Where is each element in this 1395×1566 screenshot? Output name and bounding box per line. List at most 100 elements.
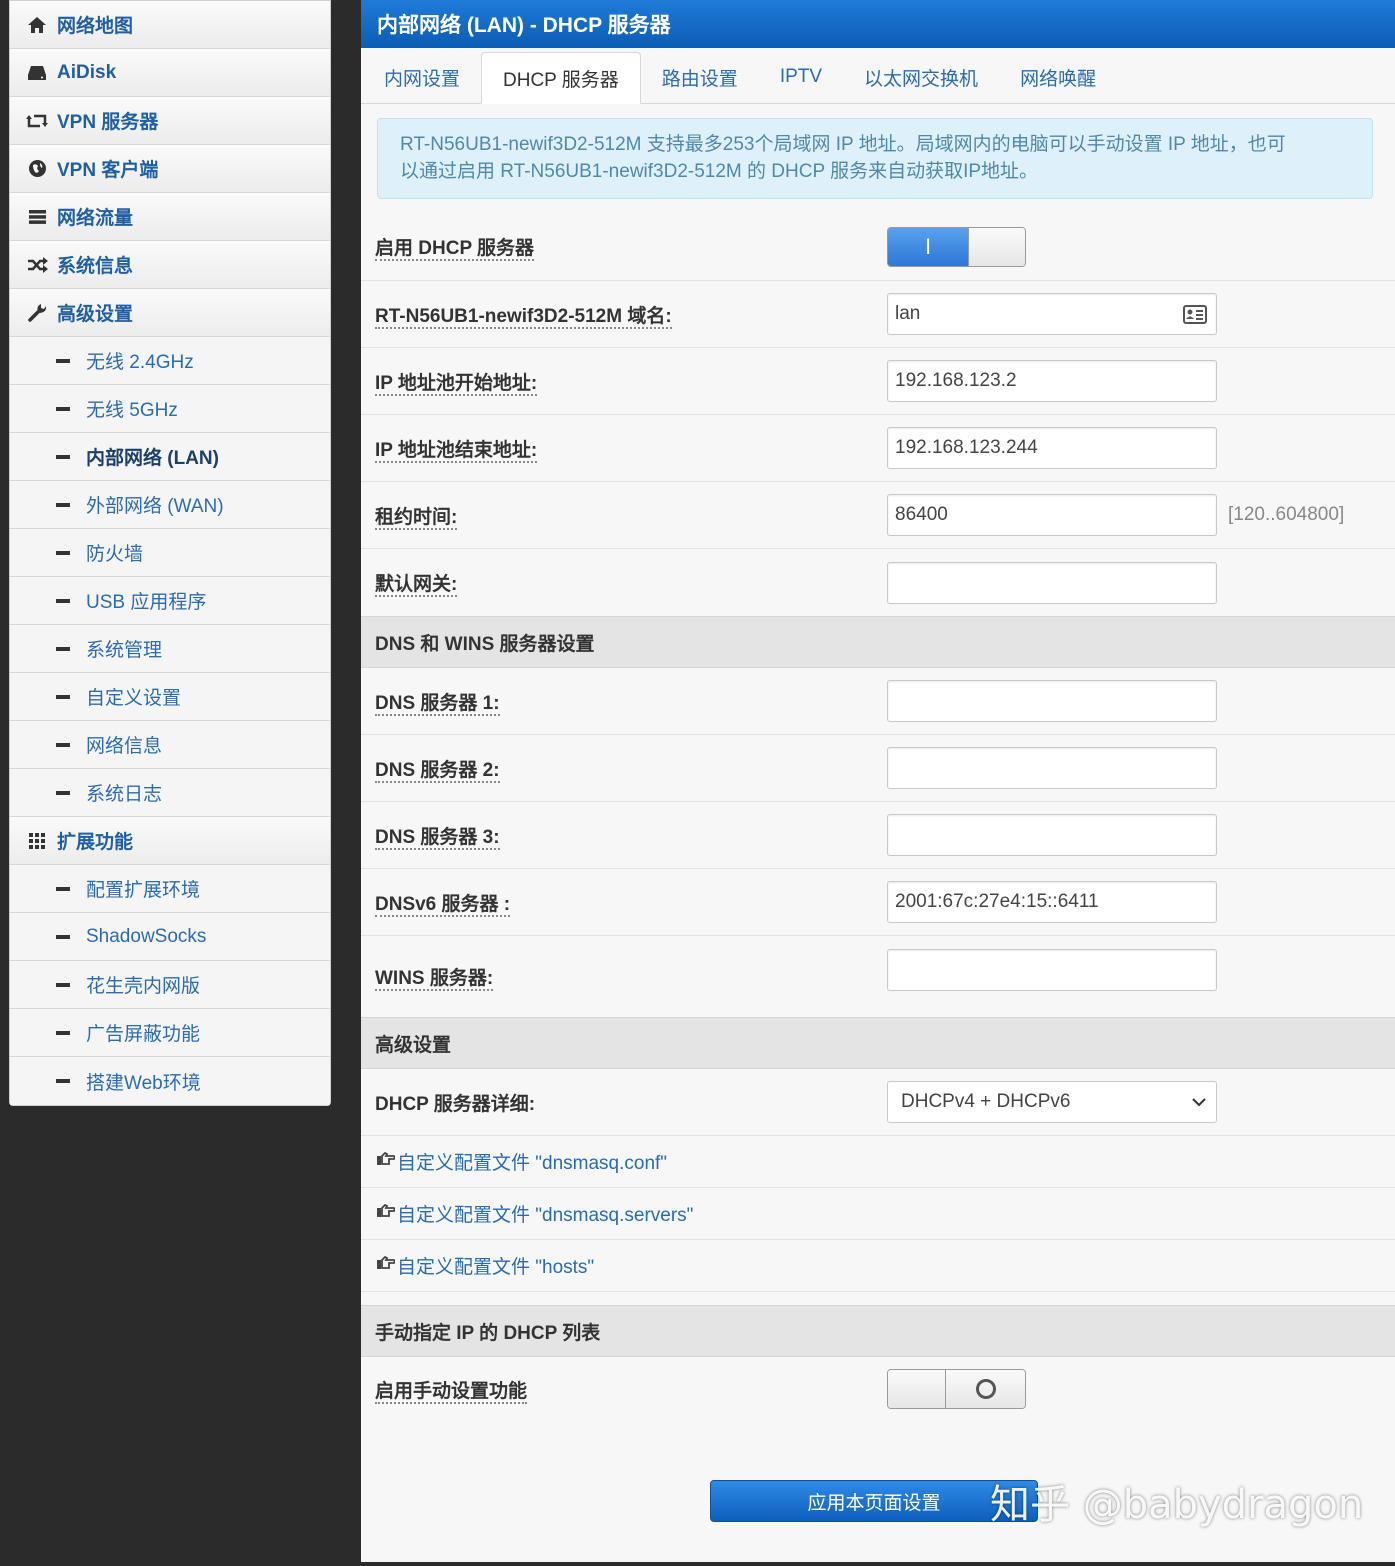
sidebar-item-12[interactable]: USB 应用程序 xyxy=(10,577,330,625)
dash-icon xyxy=(56,502,70,507)
dash-icon xyxy=(56,598,70,603)
toggle-on-indicator: I xyxy=(888,227,968,266)
dns2-label: DNS 服务器 2: xyxy=(375,759,500,783)
hand-right-icon xyxy=(375,1203,396,1223)
hand-right-icon xyxy=(375,1151,396,1171)
sidebar-item-label: AiDisk xyxy=(57,61,117,83)
sidebar-item-6[interactable]: 高级设置 xyxy=(10,289,330,337)
sidebar-item-label: 防火墙 xyxy=(86,544,144,565)
sidebar-item-1[interactable]: AiDisk xyxy=(10,49,330,97)
sidebar-item-8[interactable]: 无线 5GHz xyxy=(10,385,330,433)
toggle-off-circle-icon xyxy=(975,1379,996,1399)
chevron-down-icon xyxy=(1192,1097,1206,1106)
row-gateway: 默认网关: xyxy=(361,549,1395,616)
row-dns2: DNS 服务器 2: xyxy=(361,735,1395,802)
domain-input[interactable]: lan xyxy=(887,293,1217,335)
sidebar-item-18[interactable]: 配置扩展环境 xyxy=(10,865,330,913)
info-line-1: RT-N56UB1-newif3D2-512M 支持最多253个局域网 IP 地… xyxy=(400,134,1286,155)
sidebar-item-2[interactable]: VPN 服务器 xyxy=(10,97,330,145)
gateway-input[interactable] xyxy=(887,561,1217,604)
sidebar-item-15[interactable]: 网络信息 xyxy=(10,721,330,769)
sidebar-item-7[interactable]: 无线 2.4GHz xyxy=(10,337,330,385)
wins-input[interactable] xyxy=(887,948,1217,991)
dnsv6-label: DNSv6 服务器 : xyxy=(375,893,511,917)
dns1-input[interactable] xyxy=(887,680,1217,722)
enable-dhcp-toggle[interactable]: I xyxy=(887,226,1026,267)
tab-2[interactable]: 路由设置 xyxy=(641,51,759,103)
sidebar-item-22[interactable]: 搭建Web环境 xyxy=(10,1057,330,1105)
row-manual-enable: 启用手动设置功能 xyxy=(361,1357,1395,1421)
dns-section-header: DNS 和 WINS 服务器设置 xyxy=(361,616,1395,668)
dhcp-detail-label: DHCP 服务器详细: xyxy=(375,1093,536,1115)
gateway-label: 默认网关: xyxy=(375,574,458,597)
tab-1[interactable]: DHCP 服务器 xyxy=(481,52,641,104)
sidebar-item-3[interactable]: VPN 客户端 xyxy=(10,145,330,193)
sidebar-item-label: 配置扩展环境 xyxy=(86,880,201,901)
dns1-label: DNS 服务器 1: xyxy=(375,692,500,716)
wrench-icon xyxy=(26,303,48,323)
row-wins: WINS 服务器: xyxy=(361,936,1395,1017)
lease-range-hint: [120..604800] xyxy=(1228,504,1345,525)
sidebar-item-4[interactable]: 网络流量 xyxy=(10,193,330,241)
grid-icon xyxy=(26,831,48,851)
dash-icon xyxy=(56,1030,70,1035)
row-dnsv6: DNSv6 服务器 : 2001:67c:27e4:15::6411 xyxy=(361,869,1395,936)
dnsv6-input[interactable]: 2001:67c:27e4:15::6411 xyxy=(887,881,1217,923)
tab-4[interactable]: 以太网交换机 xyxy=(843,51,999,103)
ip-start-label: IP 地址池开始地址: xyxy=(375,372,538,396)
contact-card-icon xyxy=(1183,305,1207,324)
dash-icon xyxy=(56,934,70,939)
info-line-2: 以通过启用 RT-N56UB1-newif3D2-512M 的 DHCP 服务来… xyxy=(400,161,1039,182)
apply-button[interactable]: 应用本页面设置 xyxy=(710,1480,1038,1522)
dash-icon xyxy=(56,1079,70,1083)
tab-3[interactable]: IPTV xyxy=(759,51,843,103)
manual-enable-toggle[interactable] xyxy=(887,1369,1026,1409)
custom-config-link-2[interactable]: 自定义配置文件 "hosts" xyxy=(361,1240,1395,1292)
sidebar-item-14[interactable]: 自定义设置 xyxy=(10,673,330,721)
tab-5[interactable]: 网络唤醒 xyxy=(999,51,1117,103)
retweet-icon xyxy=(26,111,48,131)
watermark: 知乎 @babydragon xyxy=(990,1482,1364,1528)
ip-end-label: IP 地址池结束地址: xyxy=(375,439,538,463)
manual-dhcp-section-header: 手动指定 IP 的 DHCP 列表 xyxy=(361,1305,1395,1357)
sidebar-item-label: 高级设置 xyxy=(57,304,134,325)
sidebar: 网络地图 AiDisk VPN 服务器 VPN 客户端网络流量 系统信息高级设置无线 2… xyxy=(9,0,331,1106)
sidebar-item-label: VPN 客户端 xyxy=(57,160,159,181)
dns2-input[interactable] xyxy=(887,747,1217,789)
sidebar-item-label: USB 应用程序 xyxy=(86,592,207,613)
custom-config-link-0[interactable]: 自定义配置文件 "dnsmasq.conf" xyxy=(361,1136,1395,1188)
sidebar-item-13[interactable]: 系统管理 xyxy=(10,625,330,673)
dash-icon xyxy=(56,742,70,747)
dash-icon xyxy=(56,358,70,363)
row-dns3: DNS 服务器 3: xyxy=(361,802,1395,869)
sidebar-item-10[interactable]: 外部网络 (WAN) xyxy=(10,481,330,529)
sidebar-item-16[interactable]: 系统日志 xyxy=(10,769,330,817)
sidebar-item-17[interactable]: 扩展功能 xyxy=(10,817,330,865)
random-icon xyxy=(26,255,48,275)
row-enable-dhcp: 启用 DHCP 服务器 I xyxy=(361,213,1395,281)
sidebar-item-label: 扩展功能 xyxy=(57,832,134,853)
dns3-label: DNS 服务器 3: xyxy=(375,826,500,850)
custom-config-link-1[interactable]: 自定义配置文件 "dnsmasq.servers" xyxy=(361,1188,1395,1240)
sidebar-item-11[interactable]: 防火墙 xyxy=(10,529,330,577)
sidebar-item-label: 花生壳内网版 xyxy=(86,976,201,997)
sidebar-item-21[interactable]: 广告屏蔽功能 xyxy=(10,1009,330,1057)
ip-start-input[interactable]: 192.168.123.2 xyxy=(887,360,1217,402)
home-icon xyxy=(26,15,48,35)
ip-end-input[interactable]: 192.168.123.244 xyxy=(887,427,1217,469)
sidebar-item-20[interactable]: 花生壳内网版 xyxy=(10,961,330,1009)
sidebar-item-0[interactable]: 网络地图 xyxy=(10,1,330,49)
dns3-input[interactable] xyxy=(887,814,1217,856)
advanced-section-header: 高级设置 xyxy=(361,1017,1395,1069)
tab-0[interactable]: 内网设置 xyxy=(363,51,481,103)
dash-icon xyxy=(56,982,70,987)
sidebar-item-label: 无线 5GHz xyxy=(86,400,178,421)
dhcp-detail-select[interactable]: DHCPv4 + DHCPv6 xyxy=(887,1081,1217,1123)
sidebar-item-9[interactable]: 内部网络 (LAN) xyxy=(10,433,330,481)
sidebar-item-5[interactable]: 系统信息 xyxy=(10,241,330,289)
sidebar-item-label: VPN 服务器 xyxy=(57,112,159,133)
lease-label: 租约时间: xyxy=(375,506,458,530)
sidebar-item-19[interactable]: ShadowSocks xyxy=(10,913,330,961)
dash-icon xyxy=(56,790,70,795)
lease-input[interactable]: 86400 xyxy=(887,494,1217,536)
